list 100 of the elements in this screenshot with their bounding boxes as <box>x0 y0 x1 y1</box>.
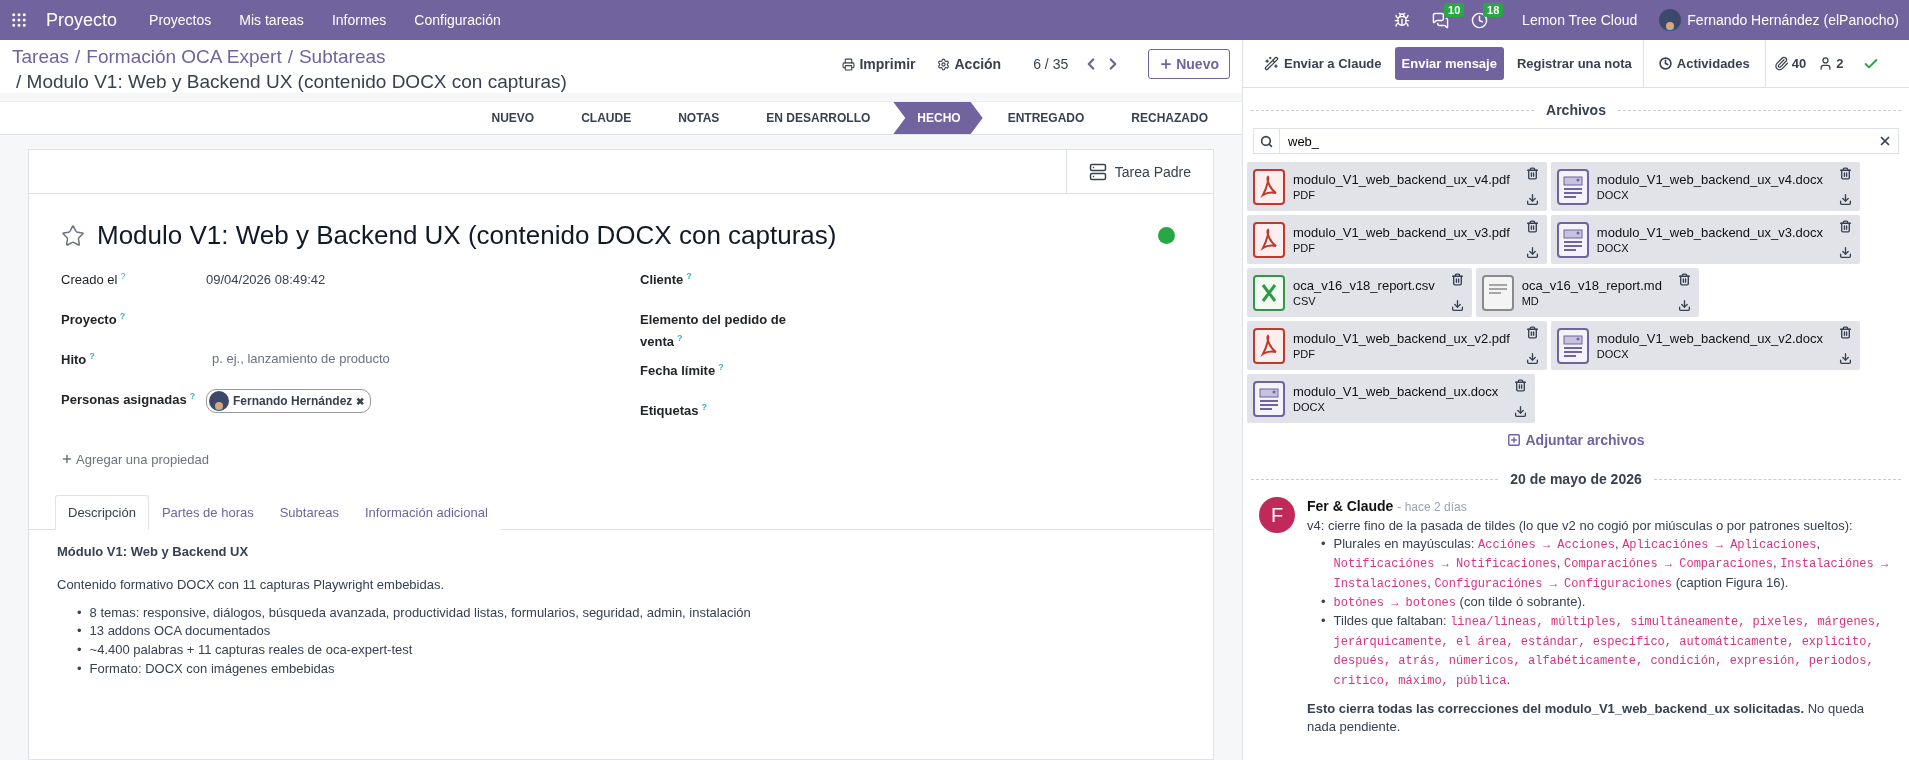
download-icon[interactable] <box>1525 193 1539 206</box>
download-icon[interactable] <box>1525 352 1539 365</box>
description-bullet: 13 addons OCA documentados <box>89 622 271 641</box>
status-dot[interactable] <box>1158 227 1175 244</box>
description-heading: Módulo V1: Web y Backend UX <box>57 543 250 559</box>
action-button[interactable]: Acción <box>933 56 1006 72</box>
stacked-bars-icon <box>1088 162 1107 181</box>
description-bullet: ~4.400 palabras + 11 capturas reales de oca-expert-test <box>89 641 413 660</box>
stage-button[interactable]: HECHO <box>893 102 983 134</box>
attachment-type: DOCX <box>1596 348 1630 360</box>
download-icon[interactable] <box>1677 299 1691 312</box>
attachment-card[interactable]: modulo_V1_web_backend_ux_v4.docx DOCX <box>1550 162 1861 211</box>
field-label: Hito $^{?}$ <box>61 350 96 370</box>
nav-menu-item[interactable]: Mis tareas <box>229 12 314 28</box>
add-property-button[interactable]: Agregar una propiedad <box>61 451 209 467</box>
add-files-button[interactable]: Adjuntar archivos <box>1501 431 1651 449</box>
attachment-type: PDF <box>1293 348 1316 360</box>
field-label: Etiquetas $^{?}$ <box>640 400 708 420</box>
activities-icon[interactable] <box>1471 11 1489 29</box>
message-author: Fer & Claude <box>1307 498 1394 514</box>
attachment-type: MD <box>1521 295 1540 307</box>
docx-file-icon <box>1556 327 1589 364</box>
messages-count: 10 <box>1444 2 1465 17</box>
user-icon <box>1818 56 1834 71</box>
attachments-title: Archivos <box>1546 102 1606 118</box>
printer-icon <box>842 57 856 71</box>
attachment-card[interactable]: modulo_V1_web_backend_ux_v4.pdf PDF <box>1247 162 1547 211</box>
download-icon[interactable] <box>1514 405 1528 418</box>
delete-icon[interactable] <box>1525 220 1539 233</box>
pdf-file-icon <box>1253 168 1285 205</box>
breadcrumb-link[interactable]: Tareas <box>12 46 70 68</box>
field-label: Elemento del pedido de venta $^{?}$ <box>640 311 787 352</box>
task-title: Modulo V1: Web y Backend UX (contenido DOCX con capturas) <box>97 220 838 251</box>
download-icon[interactable] <box>1525 246 1539 259</box>
pager-value: 6 / 35 <box>1033 56 1069 72</box>
new-button[interactable]: Nuevo <box>1148 49 1230 79</box>
description-bullet: 8 temas: responsive, diálogos, búsqueda avanzada, productividad listas, formularios, seguridad, admin, instalación <box>89 603 751 622</box>
user-avatar[interactable] <box>1659 9 1682 31</box>
message-bullet: Tildes que faltaban: linea/lineas, múltiples, simultáneamente, pixeles, márgenes, jerárquicamente, el área, estándar, especifico, automáticamente, explicito, después, atrás, númericos, alfabéticamente, condición, expresión, periodos, critico, máximo, pública. <box>1333 612 1884 690</box>
print-button[interactable]: Imprimir <box>838 56 920 72</box>
breadcrumb-link[interactable]: Subtareas <box>298 46 386 68</box>
bullet-marker: • <box>1321 534 1326 553</box>
attachment-card[interactable]: modulo_V1_web_backend_ux_v3.pdf PDF <box>1247 215 1547 264</box>
attachment-card[interactable]: oca_v16_v18_report.csv CSV <box>1247 268 1472 317</box>
paperclip-icon <box>1773 56 1789 71</box>
delete-icon[interactable] <box>1839 326 1853 339</box>
delete-icon[interactable] <box>1514 379 1528 392</box>
delete-icon[interactable] <box>1525 167 1539 180</box>
debug-icon[interactable] <box>1394 12 1411 28</box>
delete-icon[interactable] <box>1525 326 1539 339</box>
attachment-type: PDF <box>1293 189 1316 201</box>
nav-menu-item[interactable]: Informes <box>321 12 397 28</box>
attachment-type: DOCX <box>1596 189 1630 201</box>
company-name[interactable]: Lemon Tree Cloud <box>1522 12 1638 28</box>
app-name[interactable]: Proyecto <box>46 9 118 31</box>
bullet-marker: • <box>77 641 82 660</box>
delete-icon[interactable] <box>1839 220 1853 233</box>
attachment-card[interactable]: modulo_V1_web_backend_ux_v2.pdf PDF <box>1247 321 1547 370</box>
assignee-tag[interactable]: Fernando Hernández ✖ <box>206 389 372 413</box>
field-label: Personas asignadas $^{?}$ <box>61 390 197 410</box>
field-label: Proyecto $^{?}$ <box>61 310 127 330</box>
attachment-card[interactable]: modulo_V1_web_backend_ux.docx DOCX <box>1247 374 1536 423</box>
log-note-button[interactable]: Registrar una nota <box>1509 40 1639 87</box>
download-icon[interactable] <box>1450 299 1464 312</box>
star-icon[interactable] <box>61 223 85 248</box>
nav-menu-item[interactable]: Proyectos <box>139 12 222 28</box>
attachment-type: CSV <box>1293 295 1317 307</box>
plus-icon <box>61 453 73 465</box>
form-tab[interactable]: Descripción <box>55 494 149 530</box>
attachment-card[interactable]: modulo_V1_web_backend_ux_v3.docx DOCX <box>1550 215 1861 264</box>
download-icon[interactable] <box>1839 193 1853 206</box>
field-value: 09/04/2026 08:49:42 <box>206 271 327 289</box>
breadcrumb-separator: / <box>75 46 81 68</box>
send-message-button[interactable]: Enviar mensaje <box>1394 47 1504 80</box>
attachments-count-button[interactable]: 40 <box>1773 56 1807 71</box>
nav-menu-item[interactable]: Configuración <box>404 12 511 28</box>
clear-icon[interactable] <box>1878 134 1892 148</box>
user-name[interactable]: Fernando Hernández (elPanocho) <box>1687 12 1899 28</box>
delete-icon[interactable] <box>1450 273 1464 286</box>
description-paragraph: Contenido formativo DOCX con 11 capturas Playwright embebidas. <box>57 576 446 592</box>
attachment-type: DOCX <box>1293 401 1326 413</box>
avatar-icon <box>209 391 229 411</box>
search-field[interactable]: web_ <box>1253 128 1899 154</box>
attachment-card[interactable]: modulo_V1_web_backend_ux_v2.docx DOCX <box>1550 321 1861 370</box>
attachment-name: modulo_V1_web_backend_ux_v3.docx <box>1596 225 1824 240</box>
activities-button[interactable]: Actividades <box>1651 56 1757 71</box>
messages-icon[interactable] <box>1432 11 1450 29</box>
followers-count-button[interactable]: 2 <box>1818 56 1844 71</box>
delete-icon[interactable] <box>1677 273 1691 286</box>
apps-menu-icon[interactable] <box>10 11 28 29</box>
attachment-card[interactable]: oca_v16_v18_report.md MD <box>1475 268 1699 317</box>
field-label: Creado el $^{?}$ <box>61 270 127 290</box>
delete-icon[interactable] <box>1839 167 1853 180</box>
plus-icon <box>1507 433 1522 447</box>
download-icon[interactable] <box>1839 352 1853 365</box>
download-icon[interactable] <box>1839 246 1853 259</box>
send-to-claude-button[interactable]: Enviar a Claude <box>1257 40 1389 87</box>
bullet-marker: • <box>77 622 82 641</box>
attachment-name: modulo_V1_web_backend_ux_v2.pdf <box>1293 331 1510 346</box>
breadcrumb-link[interactable]: Formación OCA Expert <box>86 46 282 68</box>
